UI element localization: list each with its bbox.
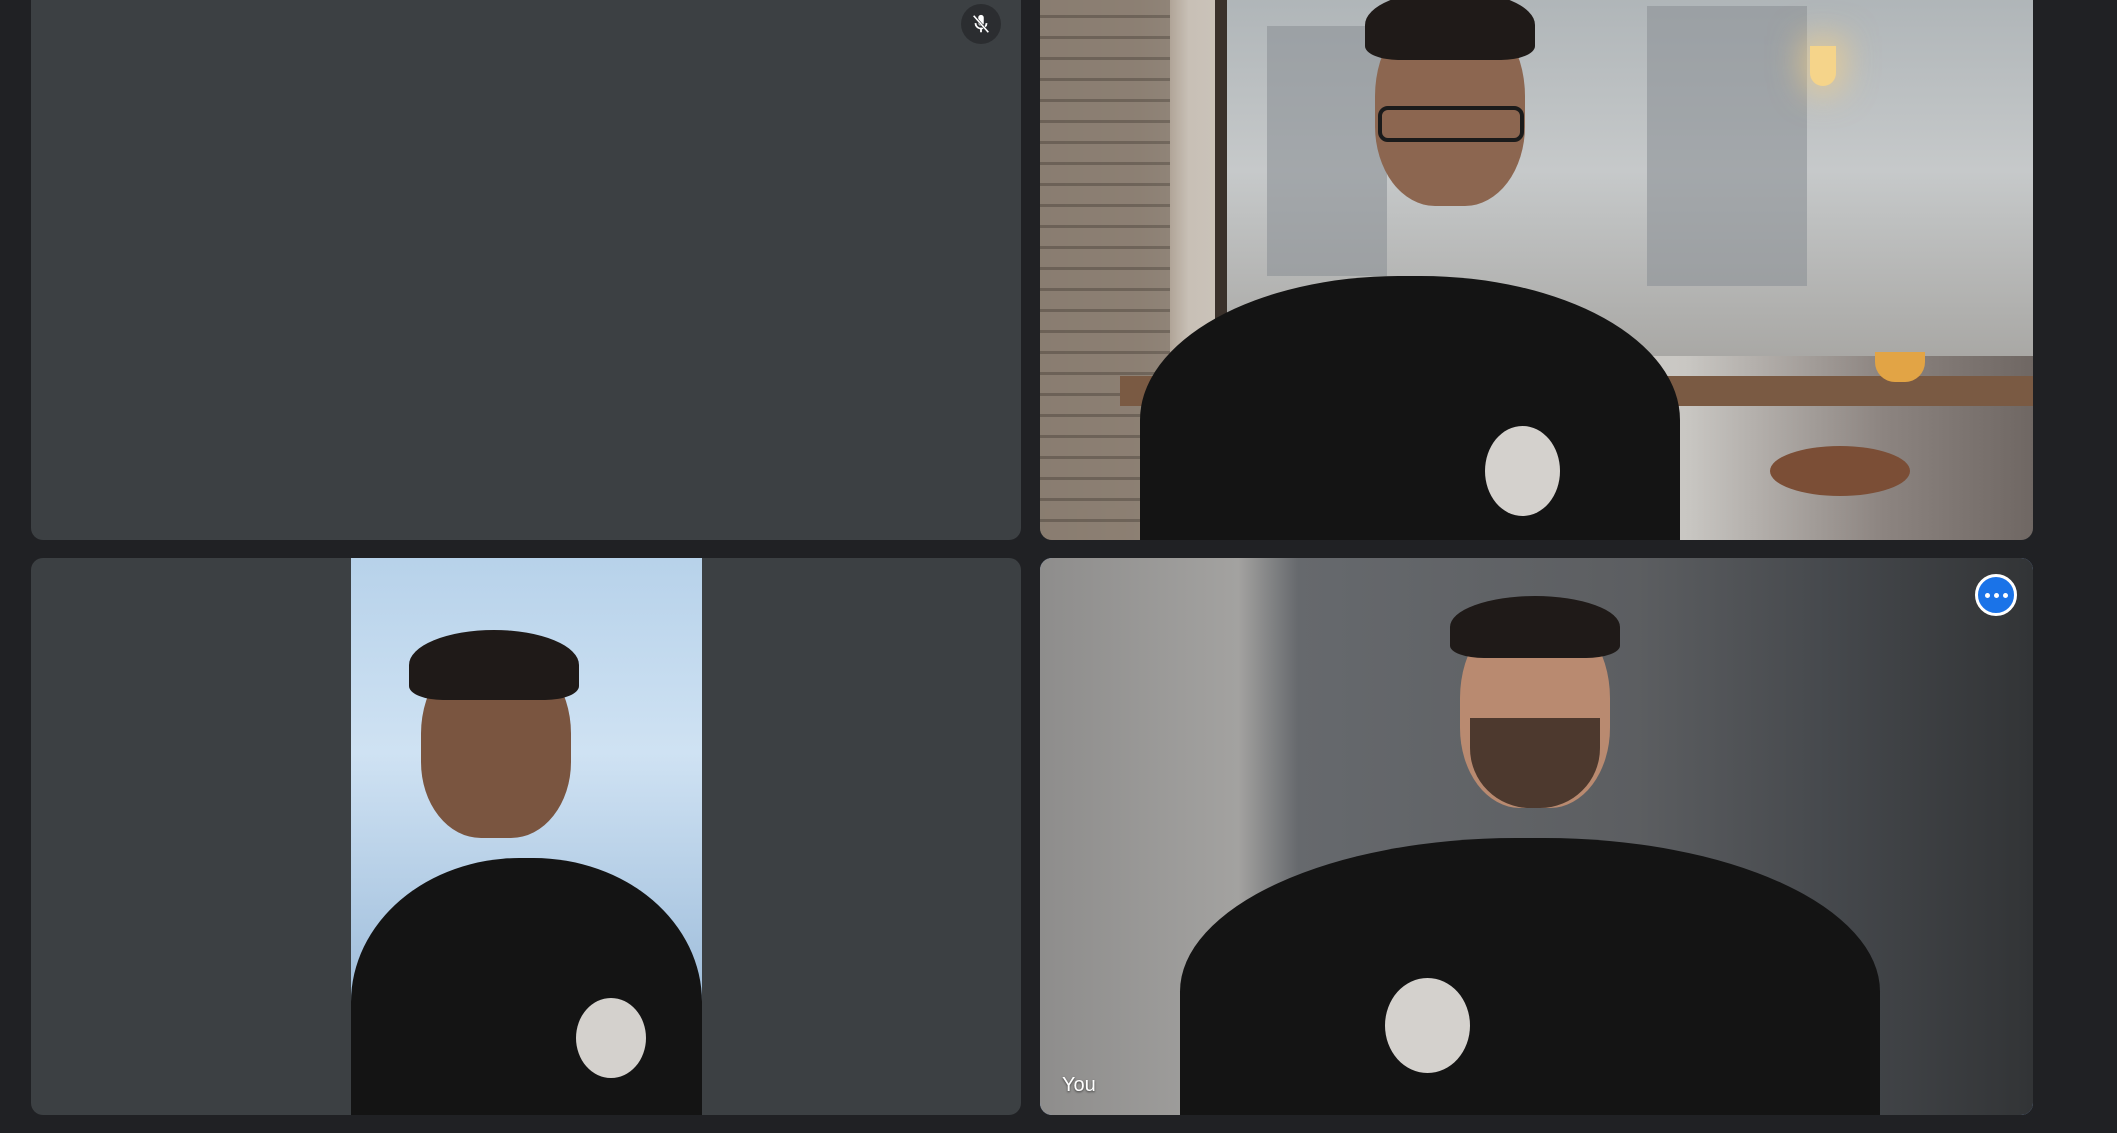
meeting-grid: You	[0, 0, 2117, 1133]
participant-video-2	[1040, 0, 2033, 540]
participant-tile-self[interactable]: You	[1040, 558, 2033, 1115]
more-options-icon	[1984, 592, 1990, 598]
participant-video-3	[351, 558, 702, 1115]
participant-video-self	[1040, 558, 2033, 1115]
bar-stool	[1770, 446, 1910, 496]
coffee-cup	[1875, 352, 1925, 382]
pendant-lamp	[1810, 46, 1836, 86]
more-options-icon-dot	[2002, 592, 2008, 598]
participant-name-label: You	[1062, 1074, 1096, 1096]
participant-tile-3[interactable]	[31, 558, 1021, 1115]
more-options-icon-dot	[1993, 592, 1999, 598]
participant-tile-2[interactable]	[1040, 0, 2033, 540]
muted-indicator	[961, 4, 1001, 44]
participant-tile-1[interactable]	[31, 0, 1021, 540]
mic-off-icon	[972, 14, 990, 34]
more-options-button[interactable]	[1975, 574, 2017, 616]
